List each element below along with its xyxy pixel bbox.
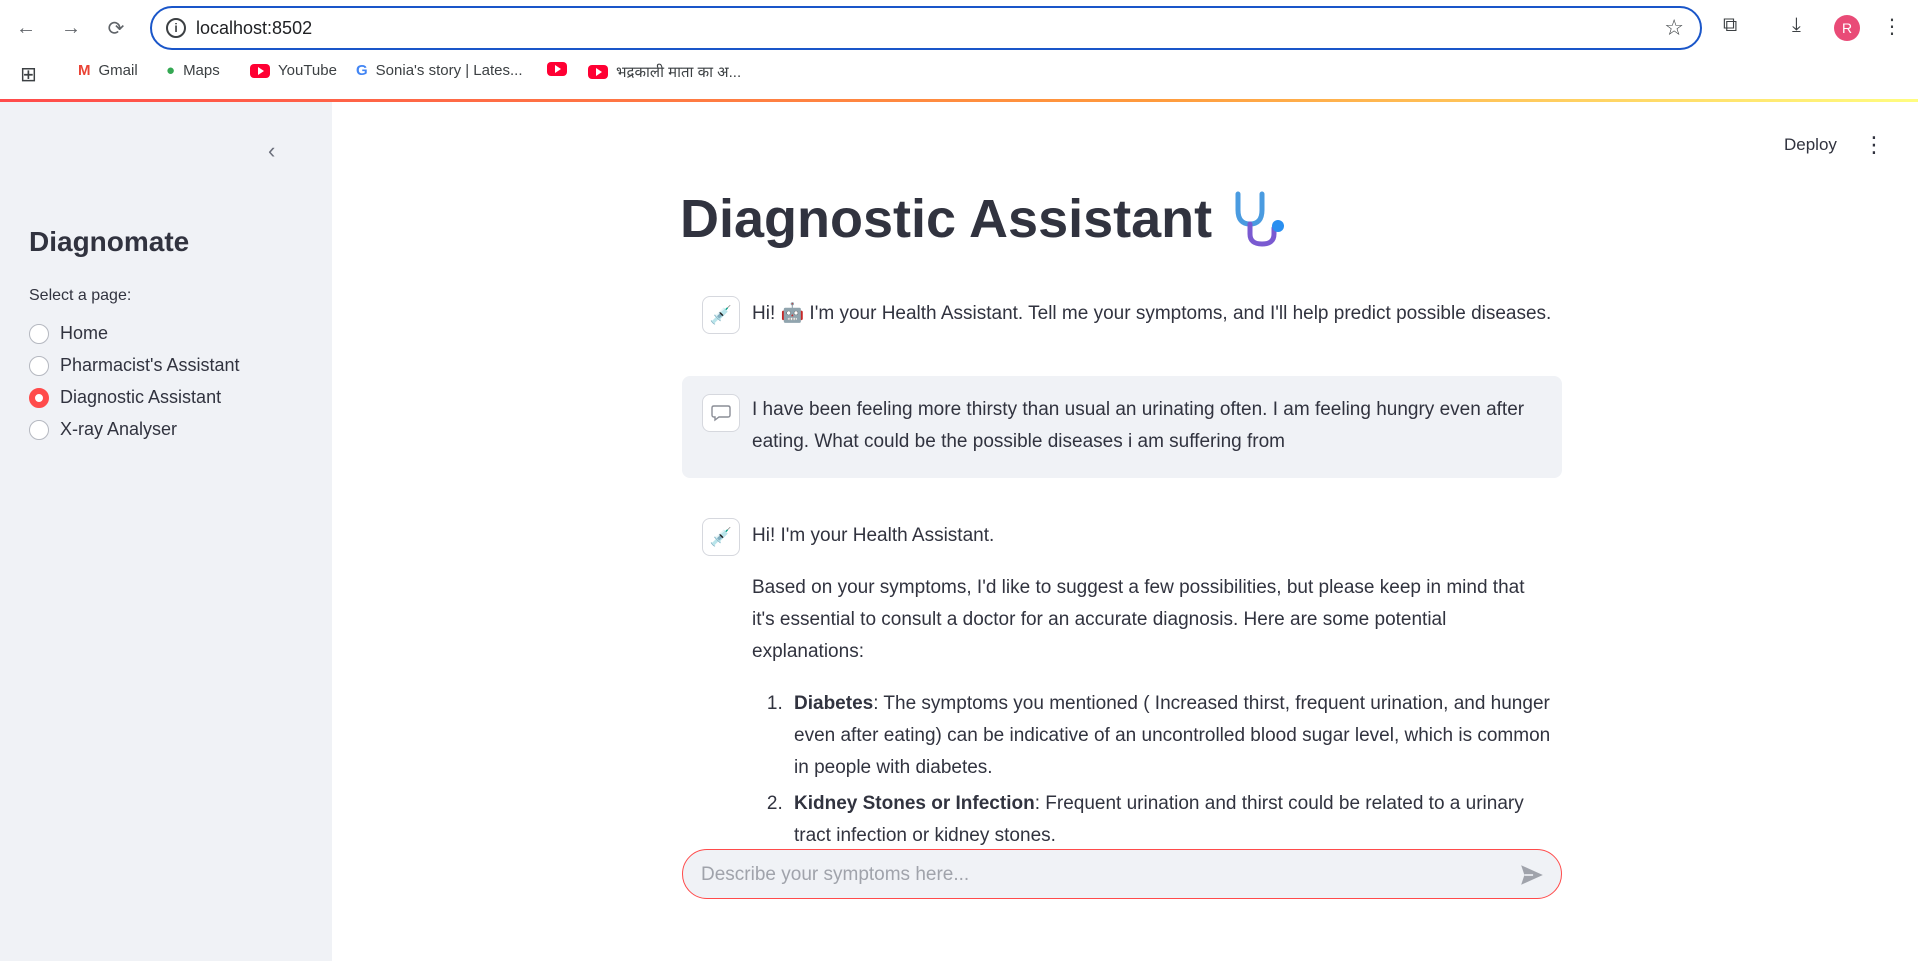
apps-grid-icon[interactable]: ⊞ [20,62,37,87]
user-avatar-chat-bubble-icon [702,394,740,432]
message-intro: Based on your symptoms, I'd like to sugg… [752,577,1525,662]
extensions-icon[interactable]: ⧉ [1723,14,1737,37]
page-select-label: Select a page: [29,287,132,304]
collapse-sidebar-chevron-icon[interactable]: ‹ [268,138,275,164]
chat-message-assistant: 💉 Hi! 🤖 I'm your Health Assistant. Tell … [682,290,1562,350]
maps-pin-icon: ● [166,62,176,79]
radio-button-selected[interactable] [29,387,49,408]
browser-menu-icon[interactable]: ⋮ [1882,14,1902,39]
url-text[interactable]: localhost:8502 [196,18,312,39]
deploy-button[interactable]: Deploy [1784,135,1837,155]
browser-chrome: ← → ⟳ i localhost:8502 ☆ ⧉ ⤓ R ⋮ ⊞ M Gma… [0,0,1918,100]
list-item: Kidney Stones or Infection: Frequent uri… [788,788,1552,852]
main-menu-icon[interactable]: ⋮ [1863,132,1885,158]
bookmark-maps[interactable]: ● Maps [166,62,220,79]
bookmark-youtube-2[interactable] [547,62,575,76]
radio-option-xray[interactable]: X-ray Analyser [29,419,177,440]
send-icon[interactable] [1519,862,1545,888]
chat-message-user: I have been feeling more thirsty than us… [682,376,1562,478]
gmail-icon: M [78,62,91,79]
google-icon: G [356,62,368,79]
radio-label: Home [60,323,109,343]
radio-label: X-ray Analyser [60,419,178,439]
youtube-icon [588,65,608,79]
radio-option-pharmacist[interactable]: Pharmacist's Assistant [29,355,240,376]
stethoscope-icon [1235,191,1285,247]
message-body: Hi! I'm your Health Assistant. Based on … [752,520,1552,856]
radio-label: Diagnostic Assistant [60,387,222,407]
reload-icon[interactable]: ⟳ [102,14,130,42]
radio-button[interactable] [29,323,49,344]
message-greeting: Hi! I'm your Health Assistant. [752,525,995,546]
back-icon[interactable]: ← [12,14,40,42]
page-title: Diagnostic Assistant [680,188,1288,250]
bookmark-star-icon[interactable]: ☆ [1664,15,1684,41]
chat-message-assistant: 💉 Hi! I'm your Health Assistant. Based o… [682,512,1562,846]
youtube-icon [250,63,270,78]
download-icon[interactable]: ⤓ [1792,14,1801,37]
bookmark-youtube[interactable]: YouTube [250,62,337,79]
sidebar-brand-title: Diagnomate [29,226,190,257]
bookmarks-bar: ⊞ M Gmail ● Maps YouTube G Sonia's story… [0,58,1918,88]
radio-option-home[interactable]: Home [29,323,108,344]
bookmark-bhadrakali[interactable]: भद्रकाली माता का अ... [588,62,741,82]
youtube-icon [547,62,567,76]
assistant-avatar-syringe-icon: 💉 [702,296,740,334]
bookmark-sonias-story[interactable]: G Sonia's story | Lates... [356,62,523,79]
symptoms-input[interactable] [701,862,1501,888]
site-info-icon[interactable]: i [166,18,186,38]
message-text: Hi! 🤖 I'm your Health Assistant. Tell me… [752,303,1552,324]
assistant-avatar-syringe-icon: 💉 [702,518,740,556]
address-bar[interactable]: i localhost:8502 ☆ [150,6,1702,50]
bookmark-gmail[interactable]: M Gmail [78,62,138,79]
profile-avatar[interactable]: R [1834,15,1860,41]
message-text: I have been feeling more thirsty than us… [752,399,1525,452]
list-item: Diabetes: The symptoms you mentioned ( I… [788,688,1552,784]
sidebar: ‹ Diagnomate Select a page: Home Pharmac… [0,102,332,961]
forward-icon[interactable]: → [57,14,85,42]
radio-option-diagnostic[interactable]: Diagnostic Assistant [29,387,221,408]
radio-button[interactable] [29,419,49,440]
diagnosis-list: Diabetes: The symptoms you mentioned ( I… [752,688,1552,852]
radio-label: Pharmacist's Assistant [60,355,240,375]
radio-button[interactable] [29,355,49,376]
chat-input-container [682,849,1562,899]
